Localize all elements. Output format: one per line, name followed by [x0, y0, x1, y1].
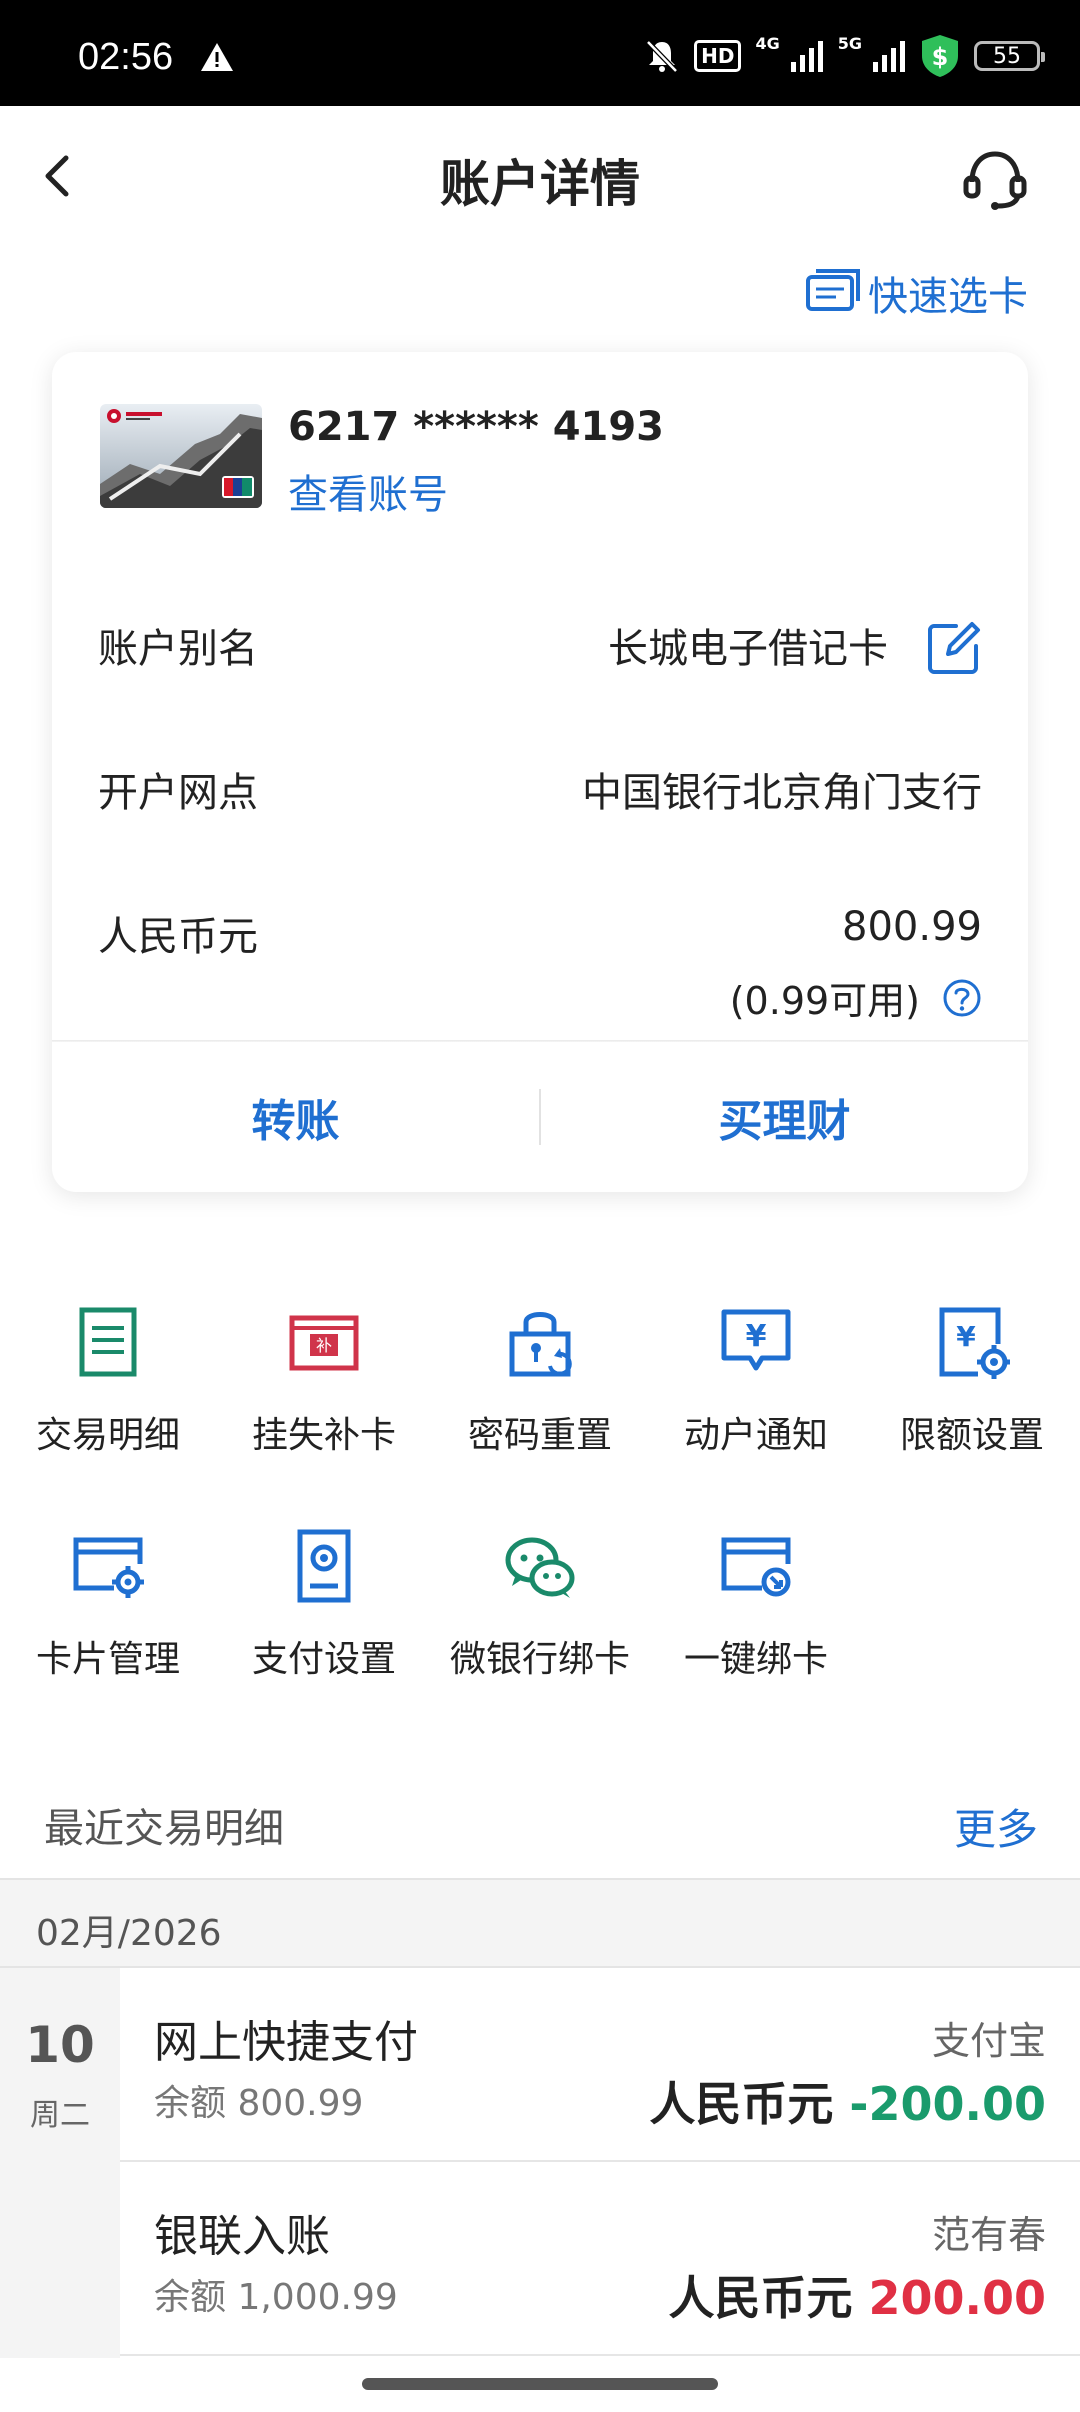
card-settings-icon — [73, 1537, 144, 1598]
transaction-row[interactable]: 银联入账 余额 1,000.99 范有春 人民币元 200.00 — [120, 2162, 1080, 2356]
lock-reset-icon — [509, 1312, 572, 1377]
grid-password-reset[interactable]: 密码重置 — [432, 1304, 648, 1458]
svg-text:补: 补 — [316, 1336, 332, 1355]
transaction-amount: 人民币元 200.00 — [668, 2262, 1046, 2328]
transaction-balance: 余额 1,000.99 — [154, 2277, 398, 2318]
card-actions: 转账 买理财 — [52, 1042, 1028, 1192]
day-number: 10 — [25, 2016, 95, 2074]
card-number: 6217 ****** 4193 — [288, 404, 665, 450]
recent-transactions-title: 最近交易明细 — [44, 1806, 284, 1852]
status-time: 02:56 — [78, 36, 174, 78]
grid-one-click-bind[interactable]: 一键绑卡 — [648, 1528, 864, 1682]
transaction-amount-value: -200.00 — [849, 2077, 1046, 2131]
transaction-counterparty: 支付宝 — [931, 2019, 1046, 2063]
bank-card-image — [100, 404, 262, 508]
more-link[interactable]: 更多 — [954, 1796, 1038, 1857]
available-text: (0.99可用) — [729, 979, 920, 1023]
grid-limit-settings[interactable]: ¥ 限额设置 — [864, 1304, 1080, 1458]
balance-row: 人民币元 800.99 (0.99可用) — [98, 904, 982, 1024]
alias-row: 账户别名 长城电子借记卡 — [98, 616, 982, 686]
svg-text:¥: ¥ — [956, 1320, 976, 1353]
transaction-row[interactable]: 网上快捷支付 余额 800.99 支付宝 人民币元 -200.00 — [120, 1968, 1080, 2162]
quick-select-label: 快速选卡 — [868, 274, 1028, 320]
transaction-amount: 人民币元 -200.00 — [649, 2068, 1046, 2134]
branch-row: 开户网点 中国银行北京角门支行 — [98, 760, 982, 820]
month-label: 02月/2026 — [36, 1913, 222, 1954]
day-column: 10 周二 — [0, 1968, 120, 2358]
transaction-counterparty: 范有春 — [931, 2213, 1046, 2257]
signal-icon — [790, 41, 823, 72]
transaction-currency: 人民币元 — [649, 2077, 834, 2131]
currency-label: 人民币元 — [98, 914, 258, 960]
wechat-icon — [505, 1537, 575, 1598]
grid-payment-settings[interactable]: 支付设置 — [216, 1528, 432, 1682]
grid-activity-notice[interactable]: ¥ 动户通知 — [648, 1304, 864, 1458]
transaction-name: 网上快捷支付 — [154, 2017, 418, 2068]
customer-service-headset-icon[interactable] — [960, 144, 1030, 214]
header: 账户详情 — [0, 106, 1080, 246]
transaction-name: 银联入账 — [154, 2211, 330, 2262]
account-card: 6217 ****** 4193 查看账号 账户别名 长城电子借记卡 开户网点 … — [52, 352, 1028, 1192]
balance-value: 800.99 — [842, 904, 982, 950]
network-4g-label: 4G — [755, 34, 780, 53]
help-question-icon[interactable] — [942, 978, 982, 1018]
payment-settings-icon — [297, 1529, 351, 1603]
shield-dollar-icon: $ — [922, 35, 958, 77]
card-bind-icon — [721, 1537, 791, 1597]
document-list-icon — [79, 1307, 137, 1377]
transfer-button[interactable]: 转账 — [52, 1085, 539, 1149]
yuan-message-icon: ¥ — [721, 1309, 791, 1371]
svg-text:$: $ — [932, 43, 949, 71]
branch-label: 开户网点 — [98, 770, 258, 816]
battery-indicator: 55 — [974, 41, 1045, 71]
page-title: 账户详情 — [440, 155, 640, 213]
transaction-balance: 余额 800.99 — [154, 2083, 364, 2124]
quick-select-card-button[interactable]: 快速选卡 — [806, 264, 1028, 322]
month-header: 02月/2026 — [0, 1878, 1080, 1968]
transaction-amount-value: 200.00 — [868, 2271, 1046, 2325]
card-stack-icon — [806, 269, 860, 311]
alias-label: 账户别名 — [98, 626, 258, 672]
warning-icon — [201, 43, 233, 71]
view-account-link[interactable]: 查看账号 — [288, 462, 448, 520]
weekday-label: 周二 — [30, 2098, 90, 2133]
alias-value: 长城电子借记卡 — [608, 626, 888, 672]
grid-card-management[interactable]: 卡片管理 — [0, 1528, 216, 1682]
yuan-settings-icon: ¥ — [939, 1307, 1010, 1379]
branch-value: 中国银行北京角门支行 — [582, 770, 982, 816]
buy-wealth-button[interactable]: 买理财 — [541, 1085, 1028, 1149]
grid-transaction-details[interactable]: 交易明细 — [0, 1304, 216, 1458]
transaction-currency: 人民币元 — [668, 2271, 853, 2325]
network-5g-label: 5G — [837, 34, 862, 53]
mute-bell-icon — [646, 40, 678, 73]
available-balance: (0.99可用) — [730, 970, 982, 1025]
edit-icon[interactable] — [926, 620, 982, 676]
status-bar: 02:56 HD 4G 5G $ 55 — [0, 0, 1080, 106]
grid-wechat-bind[interactable]: 微银行绑卡 — [432, 1528, 648, 1682]
grid-report-loss[interactable]: 补 挂失补卡 — [216, 1304, 432, 1458]
hd-indicator: HD — [694, 40, 742, 72]
signal-icon — [873, 41, 905, 72]
home-indicator[interactable] — [362, 2378, 718, 2390]
card-replace-icon: 补 — [289, 1315, 359, 1371]
svg-text:¥: ¥ — [746, 1319, 767, 1354]
